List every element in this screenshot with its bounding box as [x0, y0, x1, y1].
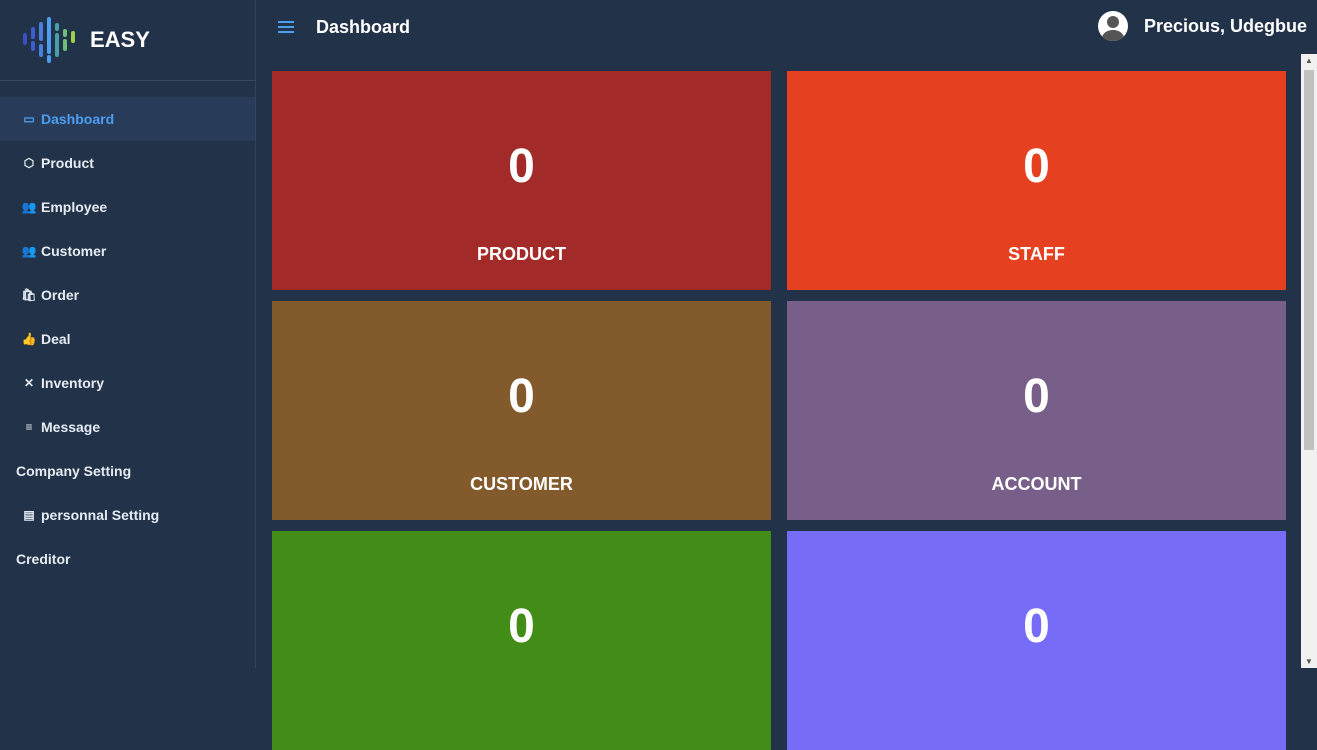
sidebar-item-label: Deal [41, 331, 71, 347]
sidebar-nav: ▭ Dashboard ⬡ Product 👥 Employee 👥 Customer 🛍 Ord… [0, 97, 255, 581]
stat-value: 0 [508, 140, 535, 193]
scrollbar[interactable]: ▲ ▼ [1301, 54, 1317, 668]
bag-icon: 🛍 [21, 288, 37, 302]
scroll-up-icon[interactable]: ▲ [1305, 56, 1313, 65]
box-icon: ⬡ [23, 156, 35, 170]
stat-card-customer[interactable]: 0 CUSTOMER [272, 301, 771, 520]
users-icon: 👥 [21, 244, 37, 258]
stat-value: 0 [1023, 140, 1050, 193]
stat-value: 0 [1023, 370, 1050, 423]
sidebar-item-label: personnal Setting [41, 507, 160, 523]
stat-label: STAFF [1008, 244, 1065, 264]
stat-label: ACCOUNT [991, 474, 1082, 494]
sidebar-item-customer[interactable]: 👥 Customer [0, 229, 255, 273]
menu-toggle-icon[interactable] [278, 18, 294, 36]
scrollbar-thumb[interactable] [1304, 70, 1314, 450]
stat-card-5[interactable]: 0 [787, 531, 1286, 750]
sidebar-item-company-setting[interactable]: Company Setting [0, 449, 255, 493]
sidebar-item-label: Dashboard [41, 111, 115, 127]
sidebar-item-label: Product [41, 155, 94, 171]
stat-label: CUSTOMER [470, 474, 573, 494]
sidebar-item-label: Message [41, 419, 101, 435]
avatar[interactable] [1097, 11, 1128, 41]
list-icon: ▤ [23, 508, 35, 522]
stat-value: 0 [508, 370, 535, 423]
sidebar-item-employee[interactable]: 👥 Employee [0, 185, 255, 229]
stat-value: 0 [508, 600, 535, 653]
sidebar-item-label: Inventory [41, 375, 105, 391]
sidebar-item-order[interactable]: 🛍 Order [0, 273, 255, 317]
logo-bars-icon [23, 17, 75, 63]
user-menu[interactable]: Precious, Udegbue [1097, 11, 1307, 41]
sidebar-item-label: Customer [41, 243, 107, 259]
sidebar-item-label: Employee [41, 199, 108, 215]
brand-logo[interactable]: EASY [0, 0, 255, 81]
sidebar: EASY ▭ Dashboard ⬡ Product 👥 Employee 👥 Custome… [0, 0, 256, 668]
sidebar-item-deal[interactable]: 👍 Deal [0, 317, 255, 361]
sidebar-item-product[interactable]: ⬡ Product [0, 141, 255, 185]
sidebar-item-creditor[interactable]: Creditor [0, 537, 255, 581]
window-icon: ▭ [23, 112, 35, 126]
sidebar-item-dashboard[interactable]: ▭ Dashboard [0, 97, 255, 141]
topbar: Dashboard Precious, Udegbue [256, 0, 1317, 54]
sidebar-item-label: Order [41, 287, 80, 303]
sidebar-item-inventory[interactable]: ✕ Inventory [0, 361, 255, 405]
tools-icon: ✕ [23, 376, 35, 390]
brand-name: EASY [90, 27, 150, 52]
chat-icon: ≡ [25, 420, 33, 434]
scroll-down-icon[interactable]: ▼ [1305, 657, 1313, 666]
user-name: Precious, Udegbue [1143, 15, 1307, 36]
sidebar-item-label: Company Setting [16, 463, 132, 479]
thumbs-up-icon: 👍 [21, 332, 37, 346]
stat-card-4[interactable]: 0 [272, 531, 771, 750]
sidebar-item-personnal-setting[interactable]: ▤ personnal Setting [0, 493, 255, 537]
sidebar-item-message[interactable]: ≡ Message [0, 405, 255, 449]
people-icon: 👥 [21, 200, 37, 214]
sidebar-item-label: Creditor [16, 551, 71, 567]
stat-label: PRODUCT [477, 244, 566, 264]
stat-card-staff[interactable]: 0 STAFF [787, 71, 1286, 290]
stat-card-product[interactable]: 0 PRODUCT [272, 71, 771, 290]
stat-card-account[interactable]: 0 ACCOUNT [787, 301, 1286, 520]
stat-value: 0 [1023, 600, 1050, 653]
page-title: Dashboard [316, 16, 411, 37]
